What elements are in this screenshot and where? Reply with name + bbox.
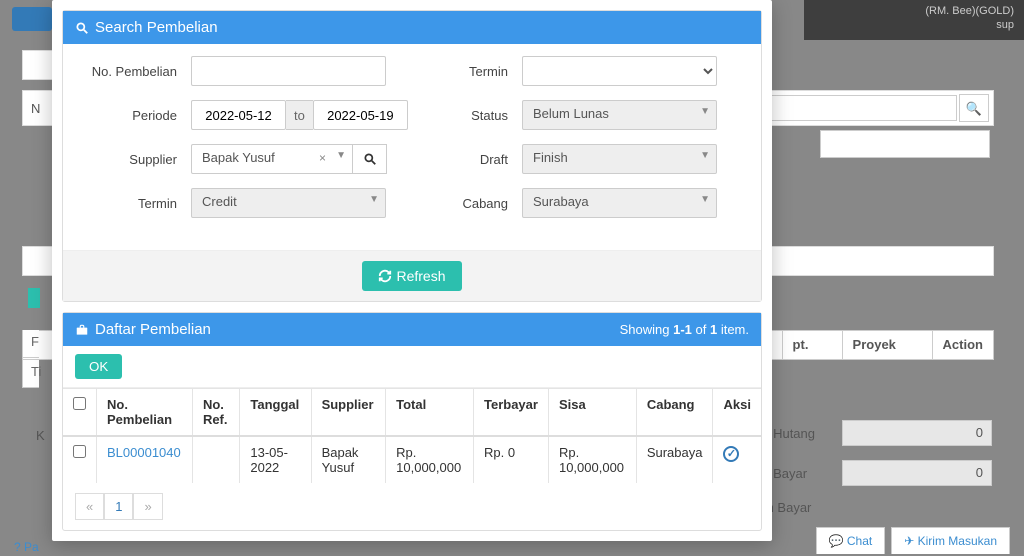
cell-sisa: Rp. 10,000,000 [548,436,636,483]
cell-cabang: Surabaya [636,436,713,483]
termin-right-label: Termin [412,64,522,79]
th-aksi: Aksi [713,389,761,437]
bg-table-row2: Ti [22,360,39,388]
chevron-down-icon: ▼ [369,194,379,205]
th-total: Total [386,389,474,437]
total-bayar-value: 0 [842,460,992,486]
th-supplier: Supplier [311,389,386,437]
status-label: Status [412,108,522,123]
search-icon [363,152,377,166]
table-header-row: No. Pembelian No. Ref. Tanggal Supplier … [63,389,761,437]
cell-supplier: Bapak Yusuf [311,436,386,483]
row-checkbox[interactable] [73,445,86,458]
termin-select[interactable]: Credit ▼ [191,188,386,218]
th-no-pembelian: No. Pembelian [97,389,193,437]
bg-select [820,130,990,158]
termin-left-label: Termin [81,196,191,211]
refresh-icon [378,269,392,283]
pembelian-table: No. Pembelian No. Ref. Tanggal Supplier … [63,388,761,483]
pagination: « 1 » [63,483,761,530]
draft-label: Draft [412,152,522,167]
ok-button[interactable]: OK [75,354,122,379]
chevron-down-icon: ▼ [700,194,710,205]
bg-button [12,7,52,31]
chevron-down-icon: ▼ [336,150,346,161]
user-sub: sup [814,18,1014,32]
list-panel-header: Daftar Pembelian Showing 1-1 of 1 item. [63,313,761,346]
th-sisa: Sisa [548,389,636,437]
clear-icon[interactable]: × [319,151,326,165]
supplier-lookup-button[interactable] [353,144,387,174]
th-tanggal: Tanggal [240,389,311,437]
pager-prev[interactable]: « [75,493,104,520]
chevron-down-icon: ▼ [700,106,710,117]
select-all-checkbox[interactable] [73,397,86,410]
bg-green-btn [28,288,40,308]
list-panel: Daftar Pembelian Showing 1-1 of 1 item. … [62,312,762,531]
search-panel-title: Search Pembelian [95,19,218,36]
chat-button[interactable]: 💬 Chat [816,527,886,554]
user-plan: (RM. Bee)(GOLD) [814,4,1014,18]
draft-select[interactable]: Finish ▼ [522,144,717,174]
refresh-button[interactable]: Refresh [362,261,461,291]
list-panel-title: Daftar Pembelian [95,321,211,338]
no-pembelian-label: No. Pembelian [81,64,191,79]
periode-to-label: to [286,100,313,130]
kirim-masukan-button[interactable]: ✈ Kirim Masukan [891,527,1010,554]
search-icon: 🔍 [959,94,989,122]
cabang-label: Cabang [412,196,522,211]
modal-dialog: Search Pembelian No. Pembelian Periode t… [52,0,772,541]
cabang-select[interactable]: Surabaya ▼ [522,188,717,218]
pembelian-link[interactable]: BL00001040 [107,445,181,460]
search-panel: Search Pembelian No. Pembelian Periode t… [62,10,762,302]
showing-text: Showing 1-1 of 1 item. [620,322,749,337]
periode-from-input[interactable] [191,100,286,130]
periode-label: Periode [81,108,191,123]
cell-tanggal: 13-05-2022 [240,436,311,483]
th-cabang: Cabang [636,389,713,437]
periode-to-input[interactable] [313,100,408,130]
bg-table-row1: F [22,330,39,358]
th-no-ref: No. Ref. [192,389,239,437]
supplier-select[interactable]: Bapak Yusuf × ▼ [191,144,353,174]
termin-right-select[interactable] [522,56,717,86]
cell-ref [192,436,239,483]
pager-page-1[interactable]: 1 [104,493,133,520]
supplier-label: Supplier [81,152,191,167]
no-pembelian-input[interactable] [191,56,386,86]
search-panel-header: Search Pembelian [63,11,761,44]
th-terbayar: Terbayar [474,389,549,437]
status-select[interactable]: Belum Lunas ▼ [522,100,717,130]
briefcase-icon [75,323,89,337]
cell-terbayar: Rp. 0 [474,436,549,483]
chevron-down-icon: ▼ [700,150,710,161]
table-row: BL00001040 13-05-2022 Bapak Yusuf Rp. 10… [63,436,761,483]
select-row-icon[interactable]: ✓ [723,446,739,462]
cell-total: Rp. 10,000,000 [386,436,474,483]
search-icon [75,21,89,35]
help-link[interactable]: ? Pa [14,540,39,554]
total-hutang-value: 0 [842,420,992,446]
bg-K: K [36,428,45,443]
pager-next[interactable]: » [133,493,162,520]
